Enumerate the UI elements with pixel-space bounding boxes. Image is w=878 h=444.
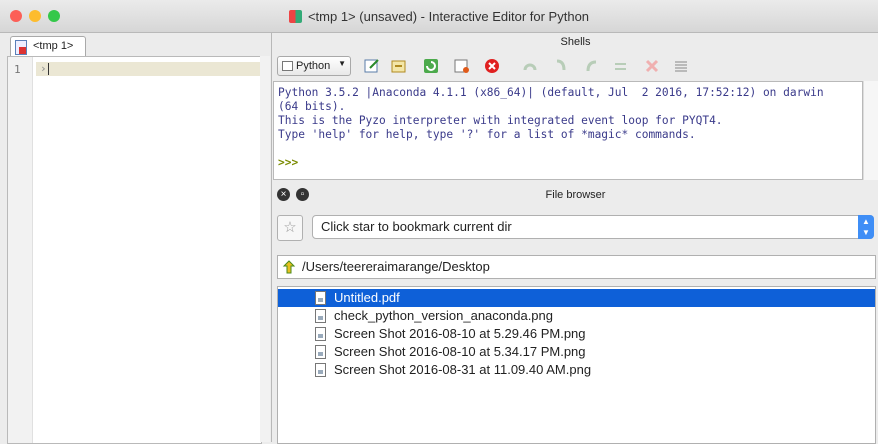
current-line-marker: › <box>40 62 47 75</box>
file-icon <box>315 291 326 305</box>
window-title: <tmp 1> (unsaved) - Interactive Editor f… <box>0 9 878 24</box>
window-title-text: <tmp 1> (unsaved) - Interactive Editor f… <box>307 9 590 24</box>
shell-icon <box>282 61 293 71</box>
bookmark-select-label: Click star to bookmark current dir <box>321 219 512 234</box>
file-row[interactable]: Screen Shot 2016-08-31 at 11.09.40 AM.pn… <box>278 361 875 379</box>
file-browser-header: × ▫ File browser <box>273 184 878 206</box>
shell-scrollbar[interactable] <box>863 81 878 180</box>
file-row[interactable]: check_python_version_anaconda.png <box>278 307 875 325</box>
path-field[interactable]: /Users/teereraimarange/Desktop <box>277 255 876 279</box>
debug-stop-icon[interactable] <box>644 58 660 74</box>
updown-arrow-icon: ▲ ▼ <box>858 215 874 239</box>
star-icon: ☆ <box>283 219 297 236</box>
file-icon <box>315 309 326 323</box>
bookmark-star-button[interactable]: ☆ <box>277 215 303 241</box>
file-browser-title: File browser <box>545 189 606 201</box>
file-icon <box>315 345 326 359</box>
shell-output[interactable]: Python 3.5.2 |Anaconda 4.1.1 (x86_64)| (… <box>273 81 863 180</box>
debug-step-out-icon[interactable] <box>584 58 600 74</box>
file-icon <box>315 327 326 341</box>
file-list: Untitled.pdf check_python_version_anacon… <box>277 286 876 444</box>
bookmark-select[interactable]: Click star to bookmark current dir ▲ ▼ <box>312 215 874 239</box>
shell-output-line: This is the Pyzo interpreter with integr… <box>278 114 723 127</box>
title-bar: <tmp 1> (unsaved) - Interactive Editor f… <box>0 0 878 33</box>
stack-list-icon[interactable] <box>673 58 689 74</box>
file-row[interactable]: Screen Shot 2016-08-10 at 5.34.17 PM.png <box>278 343 875 361</box>
line-number-gutter: 1 <box>8 57 33 443</box>
close-shell-icon[interactable] <box>484 58 500 74</box>
restart-icon[interactable] <box>423 58 439 74</box>
debug-step-into-icon[interactable] <box>554 58 570 74</box>
pyzo-app-icon <box>288 10 302 23</box>
shell-prompt: >>> <box>278 156 299 169</box>
go-up-folder-icon[interactable] <box>282 260 296 274</box>
shell-toolbar: Python ▼ <box>273 53 878 79</box>
file-name: Screen Shot 2016-08-10 at 5.29.46 PM.png <box>334 326 586 341</box>
debug-step-over-icon[interactable] <box>613 58 629 74</box>
interpreter-dropdown[interactable]: Python ▼ <box>277 56 351 76</box>
editor-scrollbar[interactable] <box>260 56 270 442</box>
editor-tab-label: <tmp 1> <box>33 40 74 52</box>
file-name: Untitled.pdf <box>334 290 400 305</box>
editor-tab[interactable]: <tmp 1> <box>10 36 86 57</box>
file-row[interactable]: Untitled.pdf <box>278 289 875 307</box>
dropdown-arrow-icon: ▼ <box>338 59 346 68</box>
file-row[interactable]: Screen Shot 2016-08-10 at 5.29.46 PM.png <box>278 325 875 343</box>
shell-output-line: Python 3.5.2 |Anaconda 4.1.1 (x86_64)| (… <box>278 86 824 99</box>
file-name: Screen Shot 2016-08-31 at 11.09.40 AM.pn… <box>334 362 592 377</box>
shells-header: Shells <box>560 36 591 48</box>
file-icon <box>15 40 27 55</box>
code-editor[interactable]: 1 › <box>7 56 262 444</box>
terminate-icon[interactable] <box>454 58 470 74</box>
line-number: 1 <box>14 63 21 76</box>
current-line-highlight <box>36 62 261 76</box>
interrupt-icon[interactable] <box>391 58 407 74</box>
file-name: Screen Shot 2016-08-10 at 5.34.17 PM.png <box>334 344 586 359</box>
path-text: /Users/teereraimarange/Desktop <box>302 259 490 274</box>
shell-output-line: (64 bits). <box>278 100 346 113</box>
file-name: check_python_version_anaconda.png <box>334 308 554 323</box>
debug-continue-icon[interactable] <box>522 58 538 74</box>
interpreter-label: Python <box>296 60 331 72</box>
edit-config-icon[interactable] <box>364 58 380 74</box>
text-caret <box>48 63 49 75</box>
shell-output-line: Type 'help' for help, type '?' for a lis… <box>278 128 696 141</box>
file-icon <box>315 363 326 377</box>
